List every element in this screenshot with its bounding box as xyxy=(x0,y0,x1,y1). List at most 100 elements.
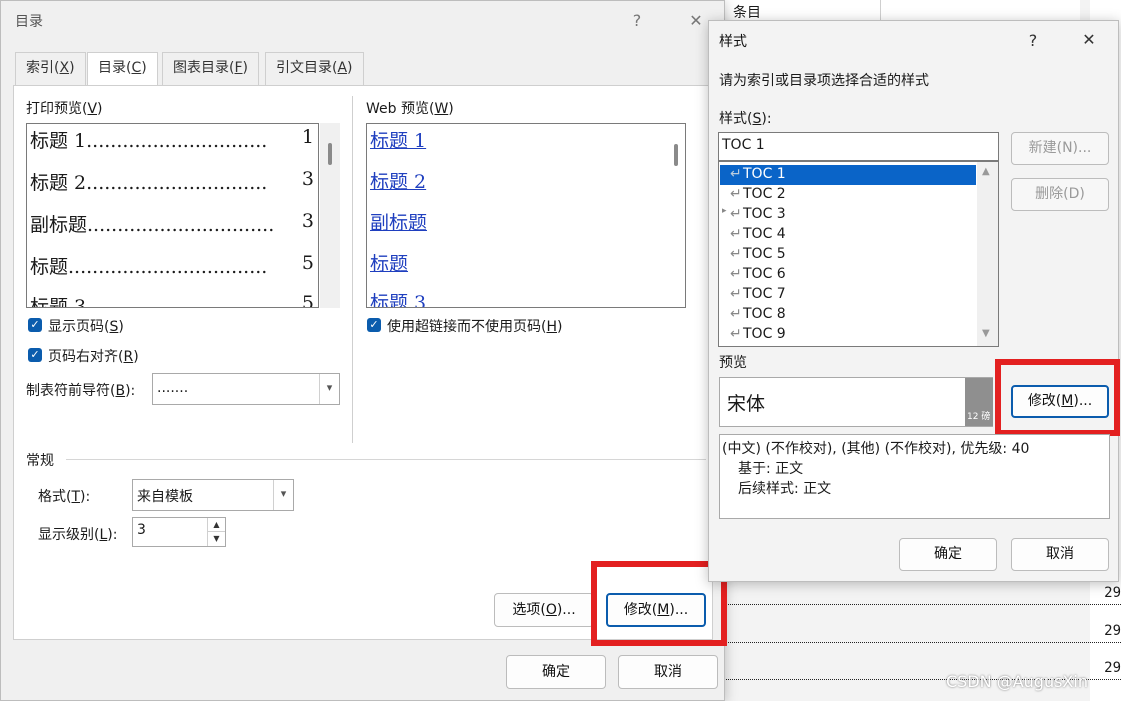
web-preview-link[interactable]: 标题 xyxy=(370,249,408,276)
tab-toc[interactable]: 目录(C) xyxy=(87,52,158,86)
preview-page: 5 xyxy=(301,252,314,274)
preview-size-bar: 12 磅 xyxy=(965,378,993,426)
tab-page: 打印预览(V) 标题 1............................… xyxy=(13,85,727,646)
tab-leader-value: ....... xyxy=(157,380,189,396)
style-name-value: TOC 1 xyxy=(722,137,765,153)
formats-label: 格式(T): xyxy=(38,489,91,505)
increment-icon[interactable]: ▲ xyxy=(207,518,225,532)
style-list-item[interactable]: ↵ TOC 2 xyxy=(720,185,976,205)
style-list[interactable]: ↵ TOC 1 ↵ TOC 2 ▸ ↵ TOC 3 ↵ TOC 4 ↵ TOC 5 ↵ TO… xyxy=(718,161,999,347)
style-name-input[interactable]: TOC 1 xyxy=(718,132,999,161)
style-item-label: TOC 7 xyxy=(743,286,786,302)
web-preview-link[interactable]: 副标题 xyxy=(370,208,427,235)
close-icon[interactable]: ✕ xyxy=(1078,30,1100,50)
preview-page: 1 xyxy=(301,126,314,148)
new-style-button[interactable]: 新建(N)... xyxy=(1011,132,1109,165)
toc-dot-row: 29 xyxy=(724,623,1121,643)
paragraph-mark-icon: ↵ xyxy=(730,306,742,322)
paragraph-mark-icon: ↵ xyxy=(730,286,742,302)
scroll-up-icon[interactable]: ▲ xyxy=(982,166,990,177)
tab-citations[interactable]: 引文目录(A) xyxy=(265,52,364,85)
cancel-button[interactable]: 取消 xyxy=(1011,538,1109,571)
highlight-box xyxy=(995,359,1120,436)
style-list-item-selected[interactable]: ↵ TOC 1 xyxy=(720,165,976,185)
ok-button[interactable]: 确定 xyxy=(506,655,606,689)
paragraph-mark-icon: ↵ xyxy=(730,166,742,182)
tab-leader-label: 制表符前导符(B): xyxy=(26,383,136,399)
right-align-label: 页码右对齐(R) xyxy=(48,349,139,365)
show-levels-stepper[interactable]: 3 ▲ ▼ xyxy=(132,517,226,547)
style-list-item[interactable]: ↵ TOC 6 xyxy=(720,265,976,285)
style-item-label: TOC 1 xyxy=(743,166,786,182)
style-list-item[interactable]: ↵ TOC 8 xyxy=(720,305,976,325)
vertical-divider xyxy=(352,96,353,443)
web-preview-link[interactable]: 标题 3 xyxy=(370,288,426,307)
show-page-numbers-checkbox[interactable]: ✓ xyxy=(28,318,42,332)
web-preview-box: 标题 1 标题 2 副标题 标题 标题 3 xyxy=(366,123,686,308)
paragraph-mark-icon: ↵ xyxy=(730,226,742,242)
print-preview-box: 标题 1.............................. 1 标题 … xyxy=(26,123,319,308)
show-levels-value: 3 xyxy=(137,522,146,538)
preview-line: 标题 1.............................. xyxy=(30,130,268,152)
preview-line: 副标题............................... xyxy=(30,214,275,236)
formats-select[interactable]: 来自模板 ▾ xyxy=(132,479,294,511)
right-align-checkbox[interactable]: ✓ xyxy=(28,348,42,362)
paragraph-mark-icon: ↵ xyxy=(730,206,742,222)
show-page-numbers-label: 显示页码(S) xyxy=(48,319,124,335)
expand-icon: ▸ xyxy=(722,206,727,216)
scrollbar-thumb[interactable] xyxy=(674,144,678,166)
general-label: 常规 xyxy=(26,453,54,469)
prompt-text: 请为索引或目录项选择合适的样式 xyxy=(719,73,929,89)
style-preview-box: 宋体 12 磅 xyxy=(719,377,993,427)
entry-header: 条目 xyxy=(733,5,761,21)
preview-font-name: 宋体 xyxy=(727,393,766,415)
paragraph-mark-icon: ↵ xyxy=(730,326,742,342)
description-line: (中文) (不作校对), (其他) (不作校对), 优先级: 40 xyxy=(722,441,1030,457)
print-preview-scrollbar[interactable] xyxy=(320,123,340,308)
toc-dot-row: 29 xyxy=(724,585,1121,605)
web-preview-scrollbar[interactable] xyxy=(667,124,685,307)
style-list-item[interactable]: ▸ ↵ TOC 3 xyxy=(720,205,976,225)
options-button[interactable]: 选项(O)... xyxy=(494,593,594,627)
watermark: CSDN @AugusXin xyxy=(946,672,1088,691)
web-preview-link[interactable]: 标题 1 xyxy=(370,126,426,153)
decrement-icon[interactable]: ▼ xyxy=(207,532,225,546)
paragraph-mark-icon: ↵ xyxy=(730,246,742,262)
cancel-button[interactable]: 取消 xyxy=(618,655,718,689)
preview-page: 3 xyxy=(301,210,314,232)
use-hyperlinks-checkbox[interactable]: ✓ xyxy=(367,318,381,332)
style-item-label: TOC 4 xyxy=(743,226,786,242)
ok-button[interactable]: 确定 xyxy=(899,538,997,571)
web-preview-link[interactable]: 标题 2 xyxy=(370,167,426,194)
paragraph-mark-icon: ↵ xyxy=(730,266,742,282)
tab-leader-select[interactable]: ....... ▾ xyxy=(152,373,340,405)
table-cell: 条目 xyxy=(720,0,880,22)
formats-value: 来自模板 xyxy=(137,489,193,505)
chevron-down-icon[interactable]: ▾ xyxy=(273,480,293,510)
style-list-scrollbar[interactable]: ▲ ▼ xyxy=(977,162,998,346)
style-list-item[interactable]: ↵ TOC 9 xyxy=(720,325,976,345)
scrollbar-thumb[interactable] xyxy=(328,143,332,165)
preview-line: 标题 2.............................. xyxy=(30,172,268,194)
preview-page: 3 xyxy=(301,168,314,190)
dialog-title: 目录 xyxy=(15,14,43,30)
show-levels-label: 显示级别(L): xyxy=(38,527,118,543)
style-item-label: TOC 6 xyxy=(743,266,786,282)
delete-style-button[interactable]: 删除(D) xyxy=(1011,178,1109,211)
chevron-down-icon[interactable]: ▾ xyxy=(319,374,339,404)
close-icon[interactable]: ✕ xyxy=(685,11,707,31)
style-item-label: TOC 9 xyxy=(743,326,786,342)
tab-figures[interactable]: 图表目录(F) xyxy=(162,52,259,85)
description-line: 基于: 正文 xyxy=(738,461,804,477)
style-description: (中文) (不作校对), (其他) (不作校对), 优先级: 40 基于: 正文… xyxy=(719,434,1110,519)
style-list-item[interactable]: ↵ TOC 5 xyxy=(720,245,976,265)
help-icon[interactable]: ? xyxy=(627,11,647,31)
use-hyperlinks-label: 使用超链接而不使用页码(H) xyxy=(387,319,563,335)
toc-dialog: 目录 ? ✕ 索引(X) 目录(C) 图表目录(F) 引文目录(A) 打印预览(… xyxy=(0,0,727,701)
tab-index[interactable]: 索引(X) xyxy=(15,52,86,85)
help-icon[interactable]: ? xyxy=(1023,31,1043,51)
preview-size: 12 磅 xyxy=(967,412,991,422)
style-list-item[interactable]: ↵ TOC 7 xyxy=(720,285,976,305)
scroll-down-icon[interactable]: ▼ xyxy=(982,328,990,339)
style-list-item[interactable]: ↵ TOC 4 xyxy=(720,225,976,245)
